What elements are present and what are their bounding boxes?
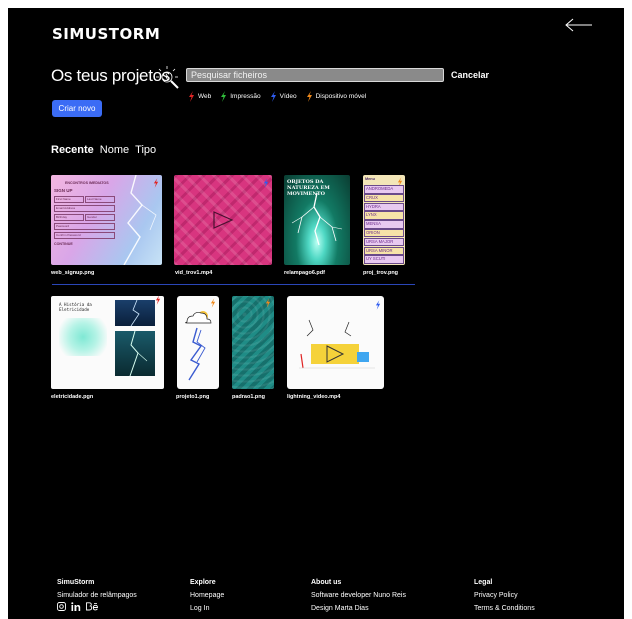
- storm-cloud-illustration: [185, 311, 212, 381]
- back-arrow-icon[interactable]: [564, 16, 594, 34]
- menu-item: MENSA: [364, 220, 404, 229]
- sort-tab-recent[interactable]: Recente: [51, 144, 94, 156]
- footer-link-privacy[interactable]: Privacy Policy: [474, 589, 535, 602]
- project-name: eletricidade.pgn: [51, 394, 94, 400]
- legend-item-print: Impressão: [220, 91, 261, 102]
- logo[interactable]: SIMUSTORM: [52, 25, 160, 43]
- signup-brand: ENCONTROS IMEDIATOS: [65, 181, 109, 185]
- footer-link-homepage[interactable]: Homepage: [190, 589, 224, 602]
- legend-item-web: Web: [188, 91, 211, 102]
- eletricidade-photo-1: [115, 299, 155, 327]
- mobile-menu-title: Menu: [365, 177, 375, 181]
- footer-text: Software developer Nuno Reis: [311, 592, 406, 599]
- footer-col-legal: Legal Privacy Policy Terms & Conditions: [474, 576, 535, 615]
- menu-item: URSA MAJOR: [364, 237, 404, 247]
- search-icon[interactable]: [154, 64, 182, 92]
- project-name: projeto1.png: [176, 394, 210, 400]
- project-name: proj_trov.png: [363, 270, 399, 276]
- footer: SimuStorm Simulador de relâmpagos Explor…: [8, 568, 624, 619]
- lightning-icon: [221, 91, 227, 102]
- project-card-eletricidade[interactable]: A História da Eletricidade: [51, 296, 164, 389]
- cancel-button[interactable]: Cancelar: [451, 70, 489, 80]
- linkedin-icon[interactable]: [71, 602, 81, 611]
- legend-label: Dispositivo móvel: [315, 93, 367, 100]
- legend-label: Web: [198, 93, 212, 100]
- create-new-button[interactable]: Criar novo: [52, 100, 102, 117]
- project-name: web_signup.png: [51, 270, 95, 276]
- project-card-relampago6[interactable]: OBJETOS DA NATUREZA EM MOVIMENTO: [284, 175, 350, 265]
- lightning-icon: [270, 91, 276, 102]
- legend-label: Vídeo: [279, 93, 297, 100]
- project-name: relampago6.pdf: [284, 270, 325, 276]
- project-name: vid_trov1.mp4: [175, 270, 213, 276]
- mobile-menu-list: ANDROMEDA CRUX HYDRA LYNX MENSA ORION UR…: [364, 185, 404, 264]
- lightning-icon: [306, 91, 312, 102]
- search-input[interactable]: [186, 68, 444, 82]
- lightning-icon: [210, 298, 216, 308]
- page-title: Os teus projetos: [51, 66, 170, 85]
- signup-email: Email Address: [54, 205, 115, 212]
- footer-link-login[interactable]: Log In: [190, 602, 224, 615]
- signup-continue: CONTINUE: [54, 242, 73, 246]
- menu-item: CRUX: [364, 193, 404, 203]
- lightning-icon: [265, 298, 271, 308]
- footer-heading: Legal: [474, 579, 493, 586]
- signup-password: Password: [54, 223, 115, 230]
- menu-item: URSA MINOR: [364, 246, 404, 256]
- lightning-video-illustration: [299, 319, 375, 369]
- footer-text: Design Marta Dias: [311, 605, 369, 612]
- menu-item: LYNX: [364, 211, 404, 220]
- signup-last-name: Last Name: [85, 196, 115, 203]
- sort-tab-type[interactable]: Tipo: [135, 144, 156, 156]
- legend-item-video: Vídeo: [270, 91, 297, 102]
- project-name: lightning_video.mp4: [287, 394, 341, 400]
- signup-birthday: Birthday: [54, 214, 84, 221]
- lightning-icon: [263, 178, 269, 188]
- footer-heading: SimuStorm: [57, 579, 95, 586]
- lightning-graphic: [291, 193, 343, 246]
- menu-item: ANDROMEDA: [364, 185, 404, 194]
- lightning-icon: [155, 296, 161, 305]
- lightning-icon: [375, 300, 381, 310]
- instagram-icon[interactable]: [57, 602, 66, 611]
- social-icons: [57, 602, 137, 611]
- project-card-lightning-video[interactable]: [287, 296, 384, 389]
- eletricidade-glow: [59, 318, 107, 356]
- footer-col-about: About us Software developer Nuno Reis De…: [311, 576, 406, 615]
- footer-col-simustorm: SimuStorm Simulador de relâmpagos: [57, 576, 137, 611]
- legend-label: Impressão: [230, 93, 261, 100]
- signup-confirm: Confirm Password: [54, 232, 115, 239]
- project-card-vid-trov1[interactable]: [174, 175, 272, 265]
- project-card-projeto1[interactable]: [177, 296, 219, 389]
- row-divider: [52, 284, 415, 285]
- lightning-icon: [153, 178, 159, 188]
- menu-item: ORION: [364, 228, 404, 238]
- eletricidade-photo-2: [115, 330, 155, 377]
- eletricidade-title: A História da Eletricidade: [59, 302, 92, 312]
- menu-item: HYDRA: [364, 202, 404, 212]
- lightning-icon: [189, 91, 194, 102]
- footer-text: Simulador de relâmpagos: [57, 592, 137, 599]
- menu-item: UY SCUTI: [364, 255, 404, 264]
- sort-tabs: Recente Nome Tipo: [51, 144, 156, 156]
- sort-tab-name[interactable]: Nome: [100, 144, 129, 156]
- project-card-padrao1[interactable]: [232, 296, 274, 389]
- signup-gender: Gender: [85, 214, 115, 221]
- footer-heading: Explore: [190, 579, 216, 586]
- project-card-web-signup[interactable]: ENCONTROS IMEDIATOS SIGN UP First Name L…: [51, 175, 162, 265]
- type-legend: Web Impressão Vídeo Dispositivo móvel: [188, 91, 366, 102]
- footer-heading: About us: [311, 579, 342, 586]
- footer-col-explore: Explore Homepage Log In: [190, 576, 224, 615]
- project-name: padrao1.png: [232, 394, 266, 400]
- play-icon[interactable]: [212, 210, 234, 230]
- signup-heading: SIGN UP: [54, 188, 73, 193]
- footer-link-terms[interactable]: Terms & Conditions: [474, 602, 535, 615]
- signup-first-name: First Name: [54, 196, 84, 203]
- behance-icon[interactable]: [86, 602, 98, 611]
- legend-item-mobile: Dispositivo móvel: [306, 91, 367, 102]
- app-window: SIMUSTORM Os teus projetos Cancelar Web …: [8, 8, 624, 619]
- project-card-proj-trov[interactable]: Menu ANDROMEDA CRUX HYDRA LYNX MENSA ORI…: [363, 175, 405, 265]
